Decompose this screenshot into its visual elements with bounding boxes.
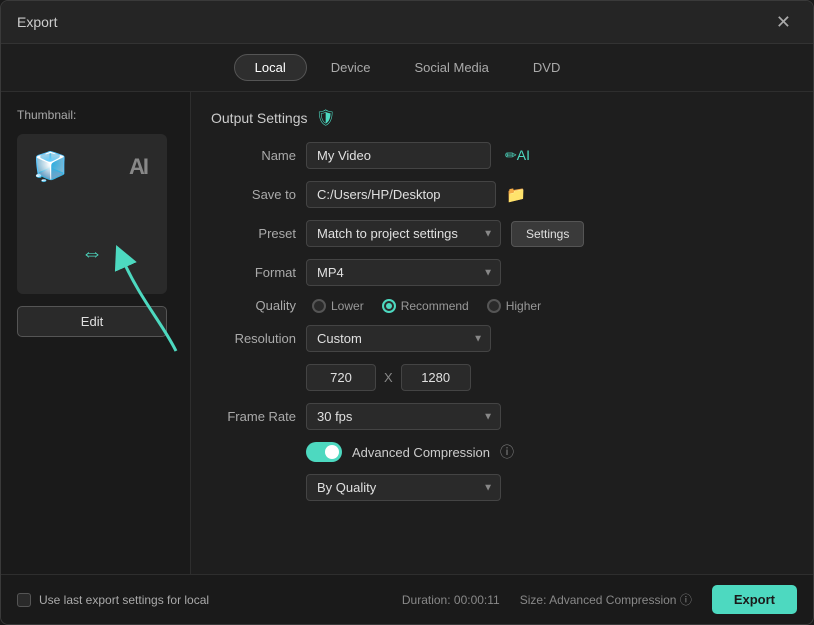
quality-higher[interactable]: Higher xyxy=(487,299,541,313)
preset-select-wrap: Match to project settings Custom High Qu… xyxy=(306,220,501,247)
compression-mode-select[interactable]: By Quality By Bitrate xyxy=(306,474,501,501)
compression-mode-row: By Quality By Bitrate ▼ xyxy=(306,474,793,501)
size-info: Size: Advanced Compression ⓘ xyxy=(520,591,692,608)
thumbnail-box: 🧊 AI ⇔ xyxy=(17,134,167,294)
use-last-settings-label: Use last export settings for local xyxy=(39,593,209,607)
name-label: Name xyxy=(211,148,296,163)
settings-button[interactable]: Settings xyxy=(511,221,584,247)
quality-label: Quality xyxy=(211,298,296,313)
resolution-x-separator: X xyxy=(384,370,393,385)
thumbnail-label: Thumbnail: xyxy=(17,108,174,122)
resolution-width-input[interactable] xyxy=(306,364,376,391)
arrows-icon: ⇔ xyxy=(81,240,103,266)
use-last-settings-checkbox[interactable] xyxy=(17,593,31,607)
resolution-height-input[interactable] xyxy=(401,364,471,391)
resolution-inputs: X xyxy=(306,364,793,391)
quality-lower[interactable]: Lower xyxy=(312,299,364,313)
ai-text-icon: AI xyxy=(129,154,147,180)
resolution-select[interactable]: Custom 1080p 720p xyxy=(306,325,491,352)
output-heading-icon: 🛡 xyxy=(316,108,336,128)
format-select[interactable]: MP4 MOV AVI xyxy=(306,259,501,286)
preset-row: Preset Match to project settings Custom … xyxy=(211,220,793,247)
quality-higher-circle xyxy=(487,299,501,313)
frame-rate-row: Frame Rate 24 fps 30 fps 60 fps ▼ xyxy=(211,403,793,430)
resolution-row: Resolution Custom 1080p 720p ▼ xyxy=(211,325,793,352)
tab-dvd[interactable]: DVD xyxy=(513,54,580,81)
quality-lower-circle xyxy=(312,299,326,313)
export-button[interactable]: Export xyxy=(712,585,797,614)
quality-recommend-circle xyxy=(382,299,396,313)
save-to-row: Save to 📁 xyxy=(211,181,793,208)
title-bar: Export ✕ xyxy=(1,1,813,44)
advanced-help-icon[interactable]: ⓘ xyxy=(500,442,514,462)
quality-row: Quality Lower Recommend Higher xyxy=(211,298,793,313)
main-content: Thumbnail: 🧊 AI ⇔ Edit Output Set xyxy=(1,92,813,574)
settings-panel: Output Settings 🛡 Name ✏AI Save to 📁 Pre… xyxy=(191,92,813,574)
footer-right: Duration: 00:00:11 Size: Advanced Compre… xyxy=(402,585,797,614)
edit-button[interactable]: Edit xyxy=(17,306,167,337)
name-input[interactable] xyxy=(306,142,491,169)
format-select-wrap: MP4 MOV AVI ▼ xyxy=(306,259,501,286)
footer-left: Use last export settings for local xyxy=(17,593,209,607)
tab-device[interactable]: Device xyxy=(311,54,391,81)
quality-radio-group: Lower Recommend Higher xyxy=(312,299,541,313)
quality-lower-label: Lower xyxy=(331,299,364,313)
tab-local[interactable]: Local xyxy=(234,54,307,81)
advanced-compression-toggle[interactable] xyxy=(306,442,342,462)
close-button[interactable]: ✕ xyxy=(770,11,797,33)
advanced-compression-row: Advanced Compression ⓘ xyxy=(306,442,793,462)
name-row: Name ✏AI xyxy=(211,142,793,169)
duration-info: Duration: 00:00:11 xyxy=(402,593,500,607)
resolution-select-wrap: Custom 1080p 720p ▼ xyxy=(306,325,491,352)
resolution-label: Resolution xyxy=(211,331,296,346)
folder-icon[interactable]: 📁 xyxy=(506,185,526,205)
frame-rate-select[interactable]: 24 fps 30 fps 60 fps xyxy=(306,403,501,430)
footer: Use last export settings for local Durat… xyxy=(1,574,813,624)
format-row: Format MP4 MOV AVI ▼ xyxy=(211,259,793,286)
save-to-input[interactable] xyxy=(306,181,496,208)
frame-rate-label: Frame Rate xyxy=(211,409,296,424)
compression-select-wrap: By Quality By Bitrate ▼ xyxy=(306,474,501,501)
quality-recommend[interactable]: Recommend xyxy=(382,299,469,313)
sidebar: Thumbnail: 🧊 AI ⇔ Edit xyxy=(1,92,191,574)
output-heading: Output Settings 🛡 xyxy=(211,108,793,128)
export-dialog: Export ✕ Local Device Social Media DVD T… xyxy=(0,0,814,625)
quality-recommend-label: Recommend xyxy=(401,299,469,313)
tab-social-media[interactable]: Social Media xyxy=(394,54,508,81)
tab-bar: Local Device Social Media DVD xyxy=(1,44,813,92)
advanced-compression-label: Advanced Compression xyxy=(352,445,490,460)
dialog-title: Export xyxy=(17,14,57,30)
quality-higher-label: Higher xyxy=(506,299,541,313)
cube-icon: 🧊 xyxy=(33,150,68,183)
save-to-label: Save to xyxy=(211,187,296,202)
output-heading-text: Output Settings xyxy=(211,110,308,126)
frame-rate-select-wrap: 24 fps 30 fps 60 fps ▼ xyxy=(306,403,501,430)
ai-edit-icon[interactable]: ✏AI xyxy=(505,147,530,164)
preset-label: Preset xyxy=(211,226,296,241)
format-label: Format xyxy=(211,265,296,280)
preset-select[interactable]: Match to project settings Custom High Qu… xyxy=(306,220,501,247)
